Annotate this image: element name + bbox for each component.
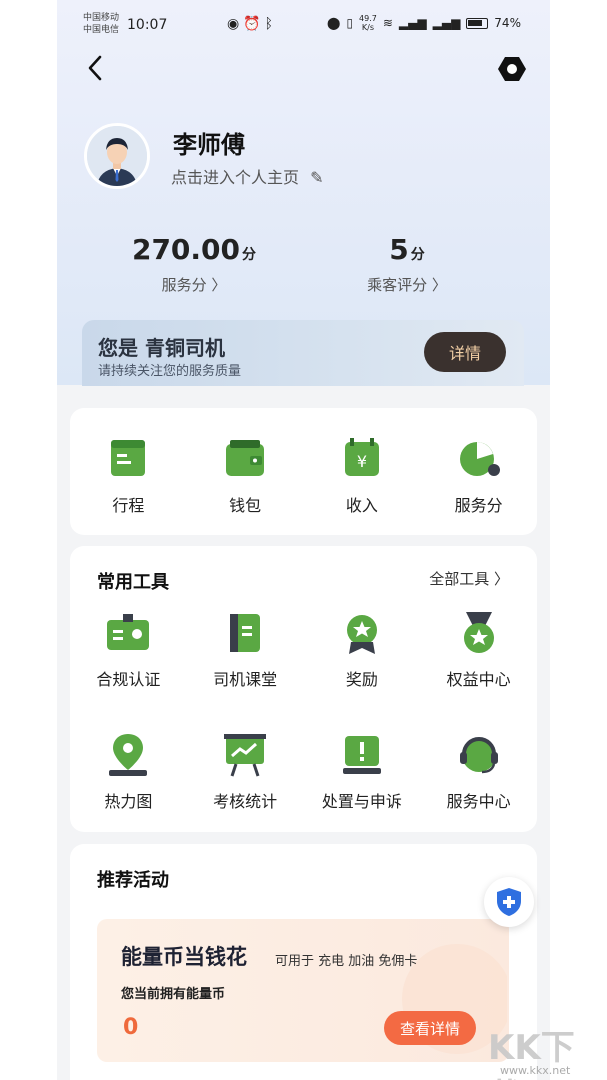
- tool-label: 考核统计: [213, 792, 278, 811]
- settings-hexagon-icon[interactable]: [497, 54, 527, 84]
- tool-rewards[interactable]: 奖励: [304, 610, 421, 690]
- shortcut-income[interactable]: ¥ 收入: [304, 436, 421, 516]
- service-score-value: 270.00: [131, 233, 241, 266]
- promo-subtitle: 您当前拥有能量币: [121, 987, 226, 1002]
- activities-title: 推荐活动: [97, 870, 169, 891]
- income-icon: ¥: [344, 438, 379, 476]
- view-details-button[interactable]: 查看详情: [384, 1011, 476, 1045]
- profile-link[interactable]: 点击进入个人主页 ✎: [171, 164, 324, 188]
- app-screen: 中国移动 中国电信 10:07 ◉⏰ᛒ ⬤ ▯ 49.7 K/s ≋ ▂▄▆ ▂…: [57, 0, 550, 1080]
- speed-unit: K/s: [361, 23, 374, 32]
- promo-tags: 可用于 充电 加油 免佣卡: [275, 954, 418, 969]
- carrier-1: 中国移动: [83, 13, 120, 23]
- shortcut-label: 钱包: [229, 496, 262, 515]
- level-subtitle: 请持续关注您的服务质量: [98, 364, 242, 379]
- tool-service-center[interactable]: 服务中心: [420, 732, 537, 812]
- id-card-icon: [107, 614, 150, 650]
- status-icons-right: ⬤ ▯ 49.7 K/s ≋ ▂▄▆ ▂▄▆ 74%: [327, 14, 521, 32]
- vibrate-icon: ▯: [346, 16, 354, 30]
- status-bar: 中国移动 中国电信 10:07 ◉⏰ᛒ ⬤ ▯ 49.7 K/s ≋ ▂▄▆ ▂…: [57, 0, 550, 44]
- tool-label: 奖励: [345, 670, 378, 689]
- edit-pencil-icon: ✎: [310, 168, 324, 187]
- battery-icon: [466, 17, 489, 29]
- shortcut-itinerary[interactable]: 行程: [70, 436, 187, 516]
- shortcut-label: 服务分: [454, 496, 503, 515]
- status-icons-left: ◉⏰ᛒ: [227, 16, 277, 32]
- passenger-rating-value: 5: [389, 233, 409, 266]
- main-shortcuts-card: 行程 钱包 ¥ 收入 服务分: [70, 408, 537, 535]
- level-detail-button[interactable]: 详情: [424, 332, 506, 372]
- main-shortcuts-row: 行程 钱包 ¥ 收入 服务分: [70, 436, 537, 516]
- avatar[interactable]: [84, 123, 150, 189]
- driver-name: 李师傅: [173, 131, 245, 159]
- level-title: 您是 青铜司机: [98, 336, 225, 360]
- eye-icon: ◉: [227, 16, 244, 32]
- tool-label: 司机课堂: [213, 670, 278, 689]
- safety-shield-button[interactable]: [484, 877, 534, 927]
- passenger-rating-unit: 分: [410, 247, 425, 263]
- wallet-icon: [226, 440, 265, 476]
- passenger-rating-stat[interactable]: 5分 乘客评分 〉: [357, 233, 457, 295]
- signal-icon: ▂▄▆: [398, 16, 427, 30]
- tools-row-2: 热力图 考核统计 处置与申诉 服务中心: [70, 732, 537, 812]
- service-score-unit: 分: [242, 247, 257, 263]
- svg-text:¥: ¥: [357, 452, 367, 471]
- location-pin-icon: [109, 734, 148, 776]
- shortcut-wallet[interactable]: 钱包: [187, 436, 304, 516]
- energy-coin-promo[interactable]: 能量币当钱花 可用于 充电 加油 免佣卡 您当前拥有能量币 0 查看详情: [97, 919, 509, 1062]
- all-tools-link[interactable]: 全部工具 〉: [429, 568, 509, 589]
- tool-heatmap[interactable]: 热力图: [70, 732, 187, 812]
- alarm-icon: ⏰: [243, 16, 265, 32]
- shortcut-service-score[interactable]: 服务分: [420, 436, 537, 516]
- tool-disposal-appeal[interactable]: 处置与申诉: [304, 732, 421, 812]
- tool-assessment-stats[interactable]: 考核统计: [187, 732, 304, 812]
- promo-title: 能量币当钱花: [121, 945, 247, 969]
- shortcut-label: 收入: [345, 496, 378, 515]
- itinerary-icon: [111, 440, 146, 476]
- shield-plus-icon: [497, 888, 521, 916]
- back-arrow-icon[interactable]: [85, 54, 105, 89]
- common-tools-card: 常用工具 全部工具 〉 合规认证 司机课堂 奖励 权益中心 热力图 考核统计 处…: [70, 546, 537, 832]
- tool-benefits-center[interactable]: 权益中心: [420, 610, 537, 690]
- activities-card: 推荐活动 能量币当钱花 可用于 充电 加油 免佣卡 您当前拥有能量币 0 查看详…: [70, 844, 537, 1080]
- tool-label: 热力图: [104, 792, 153, 811]
- passenger-rating-label: 乘客评分 〉: [367, 276, 447, 294]
- tool-label: 服务中心: [446, 792, 511, 811]
- carrier-info: 中国移动 中国电信: [83, 12, 119, 36]
- headset-icon: [459, 737, 498, 774]
- signal-2-icon: ▂▄▆: [432, 16, 461, 30]
- tools-row-1: 合规认证 司机课堂 奖励 权益中心: [70, 610, 537, 690]
- carrier-2: 中国电信: [83, 25, 120, 35]
- alert-icon: [342, 736, 381, 774]
- energy-coin-value: 0: [123, 1015, 139, 1040]
- tool-driver-class[interactable]: 司机课堂: [187, 610, 304, 690]
- battery-percent: 74%: [494, 16, 521, 30]
- wifi-icon: ≋: [382, 16, 393, 30]
- profile-link-label: 点击进入个人主页: [171, 168, 300, 187]
- service-score-stat[interactable]: 270.00 分 服务分 〉: [129, 233, 259, 295]
- service-score-icon: [459, 442, 500, 476]
- benefits-medal-icon: [463, 612, 494, 653]
- service-score-label: 服务分 〉: [161, 276, 227, 294]
- book-icon: [230, 614, 261, 652]
- speed-value: 49.7: [359, 14, 377, 23]
- network-speed: 49.7 K/s: [359, 14, 377, 32]
- location-icon: ⬤: [327, 16, 341, 30]
- tool-label: 处置与申诉: [321, 792, 402, 811]
- watermark-url: www.kkx.net: [500, 1064, 571, 1077]
- driver-level-card: 您是 青铜司机 请持续关注您的服务质量 详情: [82, 320, 524, 386]
- bluetooth-icon: ᛒ: [264, 16, 278, 32]
- chart-board-icon: [224, 734, 267, 777]
- tool-label: 权益中心: [446, 670, 511, 689]
- tools-title: 常用工具: [97, 572, 169, 593]
- shortcut-label: 行程: [112, 496, 145, 515]
- status-time: 10:07: [127, 17, 168, 33]
- tool-compliance[interactable]: 合规认证: [70, 610, 187, 690]
- reward-medal-icon: [346, 615, 377, 654]
- tool-label: 合规认证: [96, 670, 161, 689]
